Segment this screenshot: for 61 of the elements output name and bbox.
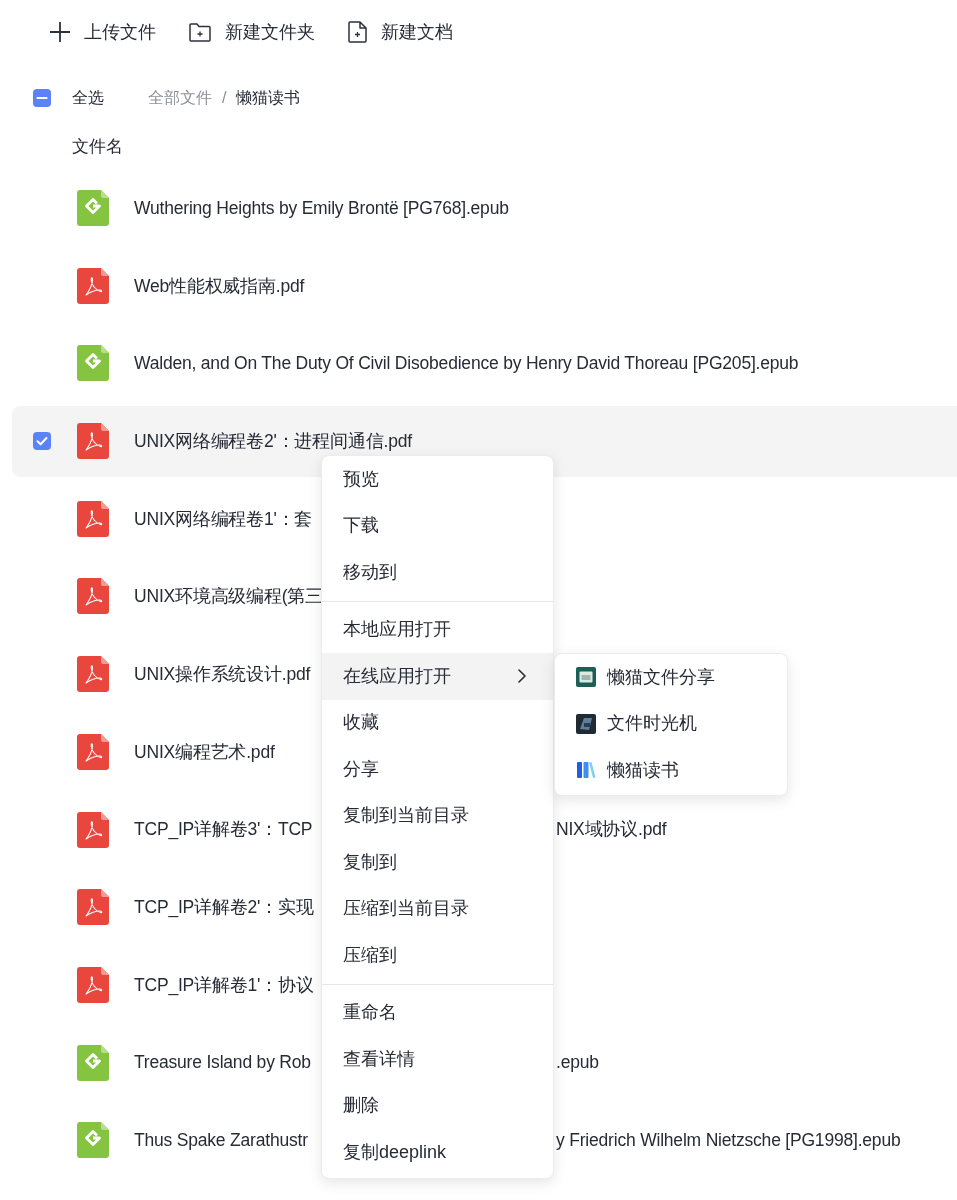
window-tile-icon <box>576 667 596 688</box>
file-name: UNIX网络编程卷2'：进程间通信.pdf <box>134 429 412 453</box>
breadcrumb-separator: / <box>222 88 227 108</box>
select-all-label: 全选 <box>72 88 104 108</box>
pdf-file-icon <box>77 811 109 848</box>
file-name: Wuthering Heights by Emily Brontë [PG768].epub <box>134 196 509 220</box>
breadcrumb-current: 懒猫读书 <box>236 88 301 108</box>
menu-item[interactable]: 删除 <box>322 1082 553 1129</box>
menu-item[interactable]: 复制deeplink <box>322 1129 553 1176</box>
folder-plus-icon <box>189 22 211 42</box>
menu-item[interactable]: 复制到当前目录 <box>322 792 553 839</box>
menu-item[interactable]: 查看详情 <box>322 1036 553 1083</box>
menu-item[interactable]: 收藏 <box>322 699 553 746</box>
file-name: .epub <box>556 1051 599 1075</box>
row-checkbox[interactable] <box>33 432 51 451</box>
file-name: Thus Spake Zarathustr <box>134 1130 308 1151</box>
menu-item[interactable]: 移动到 <box>322 549 553 596</box>
toolbar-button[interactable]: 上传文件 <box>50 22 156 42</box>
menu-item[interactable]: 复制到 <box>322 839 553 886</box>
epub-file-icon <box>77 1122 109 1159</box>
pdf-file-icon <box>77 578 109 615</box>
select-all-checkbox[interactable] <box>33 89 51 107</box>
epub-file-icon <box>77 1044 109 1081</box>
menu-item[interactable]: 分享 <box>322 746 553 793</box>
pdf-file-icon <box>77 966 109 1003</box>
file-plus-icon <box>348 21 367 43</box>
menu-item[interactable]: 压缩到当前目录 <box>322 885 553 932</box>
file-name: y Friedrich Wilhelm Nietzsche [PG1998].epub <box>556 1129 901 1153</box>
file-name: Web性能权威指南.pdf <box>134 274 305 298</box>
book-spines-icon <box>576 761 596 780</box>
pdf-file-icon <box>77 889 109 926</box>
file-name: TCP_IP详解卷1'：协议 <box>134 973 314 998</box>
file-name: UNIX网络编程卷1'：套 <box>134 507 313 531</box>
pdf-file-icon <box>77 500 109 537</box>
submenu-item[interactable]: 懒猫读书 <box>555 747 787 794</box>
dark-app-icon <box>576 713 596 734</box>
file-name: NIX域协议.pdf <box>556 818 667 842</box>
menu-item[interactable]: 本地应用打开 <box>322 606 553 653</box>
pdf-file-icon <box>77 423 109 460</box>
submenu-item[interactable]: 文件时光机 <box>555 700 787 747</box>
epub-file-icon <box>77 190 109 226</box>
file-name: Walden, and On The Duty Of Civil Disobedience by Henry David Thoreau [PG205].epub <box>134 352 799 376</box>
pdf-file-icon <box>77 267 109 304</box>
plus-icon <box>50 22 70 42</box>
file-name: TCP_IP详解卷2'：实现 <box>134 896 314 920</box>
file-name: UNIX编程艺术.pdf <box>134 740 275 764</box>
menu-item[interactable]: 重命名 <box>322 989 553 1036</box>
pdf-file-icon <box>77 733 109 770</box>
toolbar-button[interactable]: 新建文档 <box>348 21 453 43</box>
submenu-item[interactable]: 懒猫文件分享 <box>555 654 787 701</box>
file-name: TCP_IP详解卷3'：TCP <box>134 819 313 840</box>
file-name: Treasure Island by Rob <box>134 1052 311 1073</box>
menu-item[interactable]: 下载 <box>322 502 553 549</box>
column-header: 文件名 <box>72 135 123 157</box>
file-name: UNIX环境高级编程(第三 <box>134 585 324 609</box>
file-name: UNIX操作系统设计.pdf <box>134 663 311 686</box>
menu-item[interactable]: 压缩到 <box>322 932 553 979</box>
menu-item[interactable]: 在线应用打开 <box>322 653 553 700</box>
epub-file-icon <box>77 345 109 382</box>
toolbar-button[interactable]: 新建文件夹 <box>189 22 315 42</box>
pdf-file-icon <box>77 656 109 693</box>
